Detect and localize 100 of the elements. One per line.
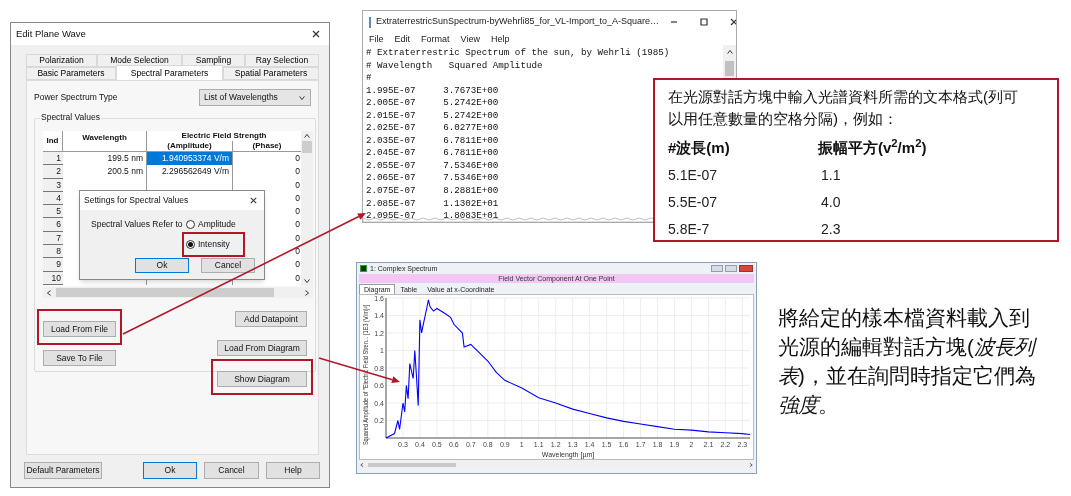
show-diagram-button[interactable]: Show Diagram <box>217 371 307 388</box>
ok-button[interactable]: Ok <box>135 258 189 273</box>
app-icon <box>360 265 367 272</box>
text-line: # Wavelength Squared Amplitude <box>366 59 543 73</box>
save-file-button[interactable]: Save To File <box>43 350 116 367</box>
load-diagram-button[interactable]: Load From Diagram <box>217 340 307 357</box>
maximize-icon <box>698 17 709 27</box>
text-line: 2.095E-07 1.8083E+01 <box>366 210 499 222</box>
table-cell-text: 0 <box>295 231 301 245</box>
default-parameters-button[interactable]: Default Parameters <box>24 462 102 479</box>
text-line: 2.035E-07 6.7811E+00 <box>366 134 499 148</box>
text-line: 2.015E-07 5.2742E+00 <box>366 109 499 123</box>
text-line: # <box>366 72 372 85</box>
table-cell: 0 <box>295 245 301 259</box>
group-label: Spectral Values <box>40 113 101 122</box>
radio-option[interactable]: Amplitude <box>186 220 236 229</box>
amplitude-value: 1.1 <box>820 166 842 185</box>
column-header: #波長(m) <box>668 138 731 158</box>
window-title: Settings for Spectral Values <box>84 194 189 207</box>
window-title: ExtraterrestricSunSpectrum-byWehrli85_for_VL-Import_to_A-Square… <box>376 15 659 29</box>
wavelength-value: 5.5E-07 <box>668 193 719 212</box>
maximize-button[interactable] <box>725 265 737 272</box>
text-line: 2.005E-07 5.2742E+00 <box>366 97 499 110</box>
table-cell[interactable]: 1.940953374 V/m <box>147 152 233 166</box>
chevron-down-icon <box>298 93 306 102</box>
text-line: 2.085E-07 1.1302E+01 <box>366 197 499 211</box>
column-header: Wavelength <box>63 131 147 152</box>
text-line: # Extraterrestric Spectrum of the sun, by Wehrli (1985) <box>366 47 670 60</box>
column-header: (Phase) <box>233 141 301 152</box>
cancel-button[interactable]: Cancel <box>201 258 255 273</box>
table-cell-text: 0 <box>295 152 301 165</box>
row-header[interactable]: 9 <box>43 258 63 272</box>
tab[interactable]: Basic Parameters <box>26 67 116 80</box>
add-datapoint-button[interactable]: Add Datapoint <box>235 311 307 328</box>
table-cell: 0 <box>295 165 301 179</box>
scroll-thumb[interactable] <box>302 141 312 153</box>
field-label: Power Spectrum Type <box>34 91 118 104</box>
table-cell: 0 <box>295 178 301 192</box>
text-line: 2.065E-07 7.5346E+00 <box>366 172 499 185</box>
cancel-button[interactable]: Cancel <box>204 462 259 479</box>
scroll-thumb[interactable] <box>56 288 274 297</box>
table-cell-text: 0 <box>295 191 301 205</box>
field-label: Spectral Values Refer to <box>91 218 182 231</box>
tab[interactable]: Ray Selection <box>245 54 319 67</box>
close-icon <box>728 17 736 27</box>
row-header[interactable]: 1 <box>43 152 63 166</box>
menu-item[interactable]: View <box>460 34 480 44</box>
row-header[interactable]: 8 <box>43 245 63 259</box>
wavelength-value: 5.8E-7 <box>668 220 711 239</box>
text-line: 2.075E-07 8.2881E+00 <box>366 185 499 198</box>
radio-option[interactable]: Intensity <box>186 240 230 249</box>
vertical-scrollbar[interactable] <box>723 45 736 78</box>
scroll-down-icon <box>303 277 311 285</box>
row-header[interactable]: 5 <box>43 205 63 219</box>
scroll-right-icon <box>748 461 754 468</box>
scroll-up-icon <box>303 132 311 140</box>
table-cell: 0 <box>295 205 301 219</box>
amplitude-value: 4.0 <box>820 193 842 212</box>
column-header: 振幅平方(v$^{2}$/m$^{2}$) <box>818 136 928 158</box>
spectrum-type-dropdown[interactable]: List of Wavelengths <box>199 89 311 106</box>
column-header: Ind <box>43 131 63 152</box>
callout-text: 在光源對話方塊中輸入光譜資料所需的文本格式(列可以用任意數量的空格分隔)，例如： <box>668 87 1019 129</box>
menu-item[interactable]: Help <box>490 34 510 44</box>
scroll-left-icon <box>45 288 53 297</box>
table-cell: 200.5 nm <box>63 165 147 179</box>
row-header[interactable]: 2 <box>43 165 63 179</box>
scroll-left-icon <box>359 461 365 468</box>
close-icon <box>311 29 321 39</box>
menu-item[interactable]: Format <box>421 34 450 44</box>
text-line: 2.045E-07 6.7811E+00 <box>366 147 499 160</box>
table-cell: 0 <box>295 218 301 232</box>
horizontal-scrollbar[interactable] <box>359 461 754 468</box>
minimize-button[interactable] <box>711 265 723 272</box>
scroll-thumb[interactable] <box>368 462 456 467</box>
tab[interactable]: Spatial Parameters <box>223 67 319 80</box>
horizontal-scrollbar[interactable] <box>43 287 313 298</box>
menu-item[interactable]: Edit <box>394 34 411 44</box>
text-line: 2.055E-07 7.5346E+00 <box>366 159 499 173</box>
close-icon <box>248 196 258 205</box>
ok-button[interactable]: Ok <box>143 462 197 479</box>
table-cell[interactable]: 2.296562649 V/m <box>147 165 233 179</box>
tab[interactable]: Spectral Parameters <box>116 65 223 80</box>
vertical-scrollbar[interactable] <box>301 131 313 286</box>
tab[interactable]: Sampling <box>182 54 245 67</box>
row-header[interactable]: 6 <box>43 218 63 232</box>
menu-item[interactable]: File <box>369 34 384 44</box>
text-line: 2.025E-07 6.0277E+00 <box>366 122 499 135</box>
table-cell: 0 <box>295 258 301 272</box>
amplitude-value: 2.3 <box>820 220 842 239</box>
table-cell: 0 <box>295 271 301 285</box>
scroll-thumb[interactable] <box>725 61 734 76</box>
scroll-right-icon <box>303 288 311 297</box>
load-file-button[interactable]: Load From File <box>43 321 116 338</box>
help-button[interactable]: Help <box>266 462 320 479</box>
scroll-up-icon <box>725 48 734 56</box>
tab[interactable]: Polarization <box>26 54 97 67</box>
caption-text: 將給定的樣本檔資料載入到光源的編輯對話方塊(波長列表)，並在詢問時指定它們為 強度。 <box>778 305 1038 418</box>
wavelength-value: 5.1E-07 <box>668 166 719 185</box>
window-title: Edit Plane Wave <box>16 26 86 41</box>
text-line: 1.995E-07 3.7673E+00 <box>366 84 499 98</box>
